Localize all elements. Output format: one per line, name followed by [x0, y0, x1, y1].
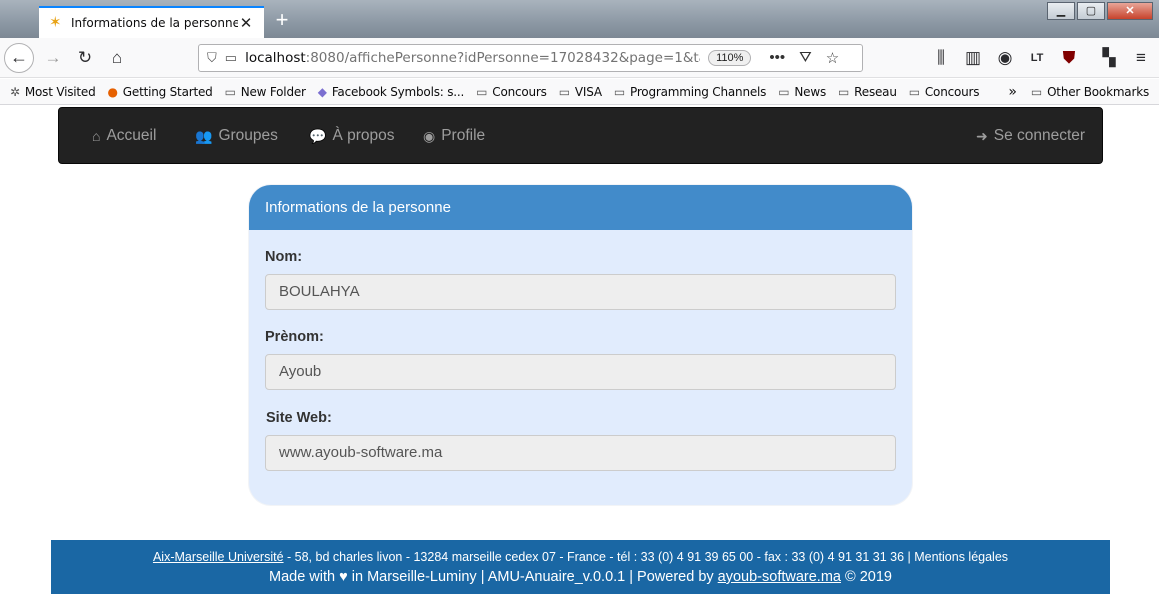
nav-profile-link[interactable]: ◉ Profile	[423, 127, 485, 145]
nav-home-link[interactable]: ⌂ Accueil	[92, 127, 156, 145]
zoom-indicator[interactable]: 110%	[708, 50, 752, 66]
bookmark-item[interactable]: ▭ Reseau	[838, 85, 897, 99]
reload-icon[interactable]: ↻	[72, 46, 98, 70]
nom-label: Nom:	[265, 249, 303, 265]
folder-icon: ▭	[778, 84, 790, 99]
site-favicon-icon: ✶	[49, 14, 62, 31]
folder-icon: ▭	[908, 84, 920, 99]
folder-icon: ▭	[224, 84, 236, 99]
sidebar-icon[interactable]: ▥	[960, 46, 986, 70]
site-web-label: Site Web:	[266, 410, 332, 426]
folder-icon: ▭	[1030, 85, 1043, 99]
gear-icon: ✲	[10, 84, 20, 99]
browser-tab[interactable]: ✶ Informations de la personne ✕	[39, 6, 264, 38]
home-icon[interactable]: ⌂	[104, 46, 130, 70]
nom-field[interactable]: BOULAHYA	[265, 274, 896, 310]
bookmark-star-icon[interactable]: ☆	[826, 49, 839, 67]
bookmark-item[interactable]: ▭ Programming Channels	[613, 84, 767, 99]
bookmarks-bar: ✲ Most Visited ● Getting Started ▭ New Fold…	[0, 79, 1159, 105]
minimize-icon[interactable]: ▁	[1047, 2, 1075, 20]
bookmark-item[interactable]: ▭ New Folder	[225, 85, 306, 99]
panel-title: Informations de la personne	[249, 185, 912, 230]
users-icon: 👥	[195, 127, 213, 144]
forward-arrow-icon[interactable]: →	[40, 46, 66, 70]
browser-titlebar: ✶ Informations de la personne ✕ + ▁ ▢ ✕	[0, 0, 1159, 38]
other-bookmarks[interactable]: ▭ Other Bookmarks	[1031, 85, 1149, 99]
shield-icon[interactable]: ⛉	[207, 50, 217, 66]
firefox-icon: ●	[107, 84, 118, 99]
page-info-icon[interactable]: ▭	[225, 50, 237, 66]
folder-icon: ▭	[558, 84, 570, 99]
nav-about-link[interactable]: 💬 À propos	[309, 127, 394, 145]
account-icon[interactable]: ◉	[992, 46, 1018, 70]
ublock-icon[interactable]: ⛊	[1056, 46, 1082, 70]
window-controls: ▁ ▢ ✕	[1045, 2, 1153, 20]
folder-icon: ▭	[476, 84, 488, 99]
powered-by-link[interactable]: ayoub-software.ma	[718, 569, 841, 585]
nav-groups-link[interactable]: 👥 Groupes	[195, 127, 278, 145]
bookmark-item[interactable]: ◆ Facebook Symbols: s...	[317, 84, 465, 99]
bookmark-item[interactable]: ✲ Most Visited	[10, 85, 96, 99]
folder-icon: ▭	[838, 84, 850, 99]
pocket-icon[interactable]: ⛛	[799, 49, 812, 67]
bookmark-item[interactable]: ▭ VISA	[559, 85, 602, 99]
sign-in-icon: ➜	[976, 127, 988, 144]
tab-title: Informations de la personne	[71, 16, 238, 30]
app-navbar: ⌂ Accueil 👥 Groupes 💬 À propos ◉ Profile ➜ Se…	[58, 107, 1103, 164]
bookmarks-overflow: » ▭ Other Bookmarks	[1008, 84, 1149, 100]
close-window-icon[interactable]: ✕	[1107, 2, 1153, 20]
site-web-field[interactable]: www.ayoub-software.ma	[265, 435, 896, 471]
languagetool-icon[interactable]: LT	[1024, 46, 1050, 70]
new-tab-icon[interactable]: +	[270, 8, 294, 34]
back-arrow-icon[interactable]: ←	[4, 43, 34, 73]
bookmark-item[interactable]: ▭ Concours	[476, 85, 547, 99]
bookmark-item[interactable]: ● Getting Started	[108, 85, 213, 99]
browser-toolbar: ← → ↻ ⌂ ⛉ ▭ localhost:8080/affichePerson…	[0, 38, 1159, 78]
address-bar[interactable]: ⛉ ▭ localhost:8080/affichePersonne?idPer…	[198, 44, 863, 72]
heart-icon: ♥	[339, 569, 348, 585]
footer-credits-line: Made with ♥ in Marseille-Luminy | AMU-An…	[269, 569, 892, 585]
page-actions-icon[interactable]: •••	[769, 49, 785, 67]
bookmark-item[interactable]: ▭ News	[778, 85, 826, 99]
footer-address-line: Aix-Marseille Université - 58, bd charle…	[152, 550, 1009, 564]
prenom-label: Prènom:	[265, 329, 324, 345]
nav-login-link[interactable]: ➜ Se connecter	[976, 127, 1085, 145]
maximize-icon[interactable]: ▢	[1077, 2, 1105, 20]
bookmark-item[interactable]: ▭ Concours	[909, 85, 980, 99]
page-footer: Aix-Marseille Université - 58, bd charle…	[51, 540, 1110, 594]
person-info-panel: Informations de la personne Nom: BOULAHY…	[249, 185, 912, 505]
page-icon: ◆	[317, 84, 327, 99]
folder-icon: ▭	[613, 84, 626, 99]
menu-icon[interactable]: ≡	[1128, 46, 1154, 70]
user-circle-icon: ◉	[423, 127, 436, 144]
comments-icon: 💬	[309, 127, 327, 144]
university-link[interactable]: Aix-Marseille Université	[153, 550, 284, 564]
home-icon: ⌂	[92, 128, 101, 144]
chevron-right-icon[interactable]: »	[1008, 84, 1017, 100]
extensions-icon[interactable]: ▚	[1096, 46, 1122, 70]
prenom-field[interactable]: Ayoub	[265, 354, 896, 390]
url-text[interactable]: localhost:8080/affichePersonne?idPersonn…	[245, 50, 700, 66]
library-icon[interactable]: ⫼	[928, 46, 954, 70]
close-tab-icon[interactable]: ✕	[238, 14, 254, 32]
